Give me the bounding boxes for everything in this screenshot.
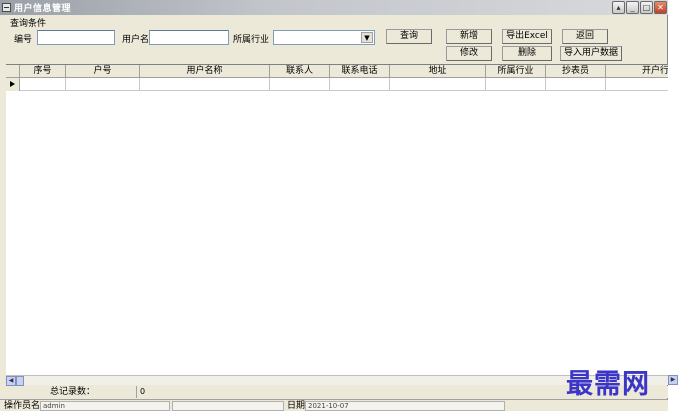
total-records-value: 0 [136,386,276,398]
window-title: 用户信息管理 [14,4,72,14]
restore-up-icon[interactable]: ▴ [612,1,625,14]
date-value: 2021-10-07 [305,401,505,411]
username-label: 用户名 [122,35,150,45]
header-industry[interactable]: 所属行业 [486,65,546,78]
export-excel-button[interactable]: 导出Excel [502,29,552,44]
header-bank[interactable]: 开户行 [606,65,668,78]
operator-value: admin [40,401,170,411]
close-icon[interactable]: ✕ [654,1,667,14]
header-user-name[interactable]: 用户名称 [140,65,270,78]
table-row[interactable] [6,78,668,91]
operator-label: 操作员名 [4,401,41,411]
user-grid[interactable]: 序号 户号 用户名称 联系人 联系电话 地址 所属行业 抄表员 开户行 [6,64,668,375]
cell-seq[interactable] [20,78,66,91]
header-contact[interactable]: 联系人 [270,65,330,78]
status-spacer [172,401,284,411]
delete-button[interactable]: 删除 [502,46,552,61]
back-button[interactable]: 返回 [562,29,608,44]
current-row-icon [6,78,20,91]
title-bar[interactable]: 用户信息管理 ▴ _ □ ✕ [0,0,668,15]
query-group-label: 查询条件 [10,19,47,29]
cell-phone[interactable] [330,78,390,91]
maximize-icon[interactable]: □ [640,1,653,14]
code-input[interactable] [37,30,115,45]
header-phone[interactable]: 联系电话 [330,65,390,78]
window-controls: ▴ _ □ ✕ [612,1,667,14]
cell-account-no[interactable] [66,78,140,91]
chevron-down-icon[interactable]: ▼ [361,32,373,43]
scroll-thumb[interactable] [16,376,24,386]
watermark-logo: 最需网 [566,369,650,400]
search-button[interactable]: 查询 [386,29,432,44]
industry-select[interactable]: ▼ [273,30,375,45]
add-button[interactable]: 新增 [446,29,492,44]
main-window: 用户信息管理 ▴ _ □ ✕ 查询条件 编号 用户名 所属行业 ▼ 查询 新增 … [0,0,668,411]
scroll-left-icon[interactable]: ◀ [6,376,16,386]
date-label: 日期 [287,401,306,411]
import-users-button[interactable]: 导入用户数据 [560,46,622,61]
cell-address[interactable] [390,78,486,91]
right-edge [668,0,678,411]
username-input[interactable] [149,30,229,45]
header-address[interactable]: 地址 [390,65,486,78]
edit-button[interactable]: 修改 [446,46,492,61]
header-seq[interactable]: 序号 [20,65,66,78]
header-indicator [6,65,20,78]
cell-user-name[interactable] [140,78,270,91]
total-records-label: 总记录数： [50,387,96,397]
cell-meter-reader[interactable] [546,78,606,91]
grid-header: 序号 户号 用户名称 联系人 联系电话 地址 所属行业 抄表员 开户行 [6,65,668,78]
header-account-no[interactable]: 户号 [66,65,140,78]
window-menu-icon[interactable] [2,3,11,12]
scroll-right-icon[interactable]: ▶ [668,375,678,385]
minimize-icon[interactable]: _ [626,1,639,14]
cell-bank[interactable] [606,78,668,91]
industry-label: 所属行业 [233,35,270,45]
header-meter-reader[interactable]: 抄表员 [546,65,606,78]
code-label: 编号 [14,35,33,45]
cell-industry[interactable] [486,78,546,91]
cell-contact[interactable] [270,78,330,91]
